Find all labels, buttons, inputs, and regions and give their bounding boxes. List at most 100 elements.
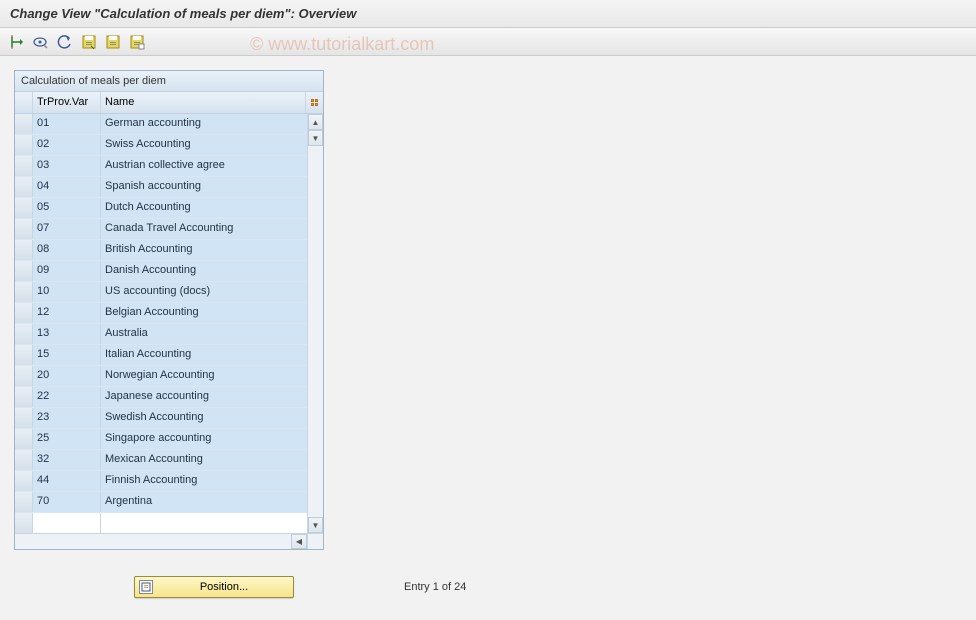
row-selector[interactable] — [15, 198, 33, 218]
select-block-button[interactable] — [30, 32, 52, 52]
row-selector[interactable] — [15, 282, 33, 302]
table-settings-button[interactable] — [305, 92, 323, 113]
table-row[interactable]: 44Finnish Accounting — [15, 471, 307, 492]
table-row[interactable]: 12Belgian Accounting — [15, 303, 307, 324]
row-selector[interactable] — [15, 366, 33, 386]
cell-name[interactable]: Belgian Accounting — [101, 303, 307, 323]
row-selector[interactable] — [15, 450, 33, 470]
save-button[interactable] — [78, 32, 100, 52]
table-row[interactable]: 23Swedish Accounting — [15, 408, 307, 429]
row-selector[interactable] — [15, 324, 33, 344]
cell-trprovvar[interactable]: 02 — [33, 135, 101, 155]
table-row[interactable] — [15, 513, 307, 533]
table-row[interactable]: 13Australia — [15, 324, 307, 345]
cell-name[interactable]: Japanese accounting — [101, 387, 307, 407]
row-selector[interactable] — [15, 240, 33, 260]
new-entries-button[interactable] — [102, 32, 124, 52]
cell-name[interactable]: Norwegian Accounting — [101, 366, 307, 386]
copy-button[interactable] — [126, 32, 148, 52]
table-row[interactable]: 22Japanese accounting — [15, 387, 307, 408]
cell-trprovvar[interactable]: 08 — [33, 240, 101, 260]
table-row[interactable]: 01German accounting — [15, 114, 307, 135]
cell-trprovvar[interactable]: 44 — [33, 471, 101, 491]
column-header-trprovvar[interactable]: TrProv.Var — [33, 92, 101, 113]
cell-trprovvar[interactable]: 12 — [33, 303, 101, 323]
cell-trprovvar[interactable]: 70 — [33, 492, 101, 512]
cell-name[interactable]: Italian Accounting — [101, 345, 307, 365]
table-row[interactable]: 70Argentina — [15, 492, 307, 513]
scroll-up-button[interactable]: ▲ — [308, 114, 323, 130]
table-row[interactable]: 02Swiss Accounting — [15, 135, 307, 156]
cell-trprovvar[interactable]: 01 — [33, 114, 101, 134]
cell-trprovvar[interactable] — [33, 513, 101, 533]
cell-name[interactable]: Austrian collective agree — [101, 156, 307, 176]
cell-trprovvar[interactable]: 05 — [33, 198, 101, 218]
h-scroll-track[interactable] — [15, 534, 291, 549]
undo-button[interactable] — [54, 32, 76, 52]
cell-trprovvar[interactable]: 22 — [33, 387, 101, 407]
row-selector[interactable] — [15, 387, 33, 407]
cell-trprovvar[interactable]: 23 — [33, 408, 101, 428]
cell-name[interactable]: Dutch Accounting — [101, 198, 307, 218]
horizontal-scrollbar[interactable]: ◀ ▶ — [15, 533, 323, 549]
row-selector[interactable] — [15, 261, 33, 281]
table-row[interactable]: 25Singapore accounting — [15, 429, 307, 450]
table-row[interactable]: 20Norwegian Accounting — [15, 366, 307, 387]
row-selector[interactable] — [15, 345, 33, 365]
row-selector[interactable] — [15, 114, 33, 134]
cell-trprovvar[interactable]: 13 — [33, 324, 101, 344]
row-selector[interactable] — [15, 492, 33, 512]
table-row[interactable]: 07Canada Travel Accounting — [15, 219, 307, 240]
cell-name[interactable]: Spanish accounting — [101, 177, 307, 197]
table-row[interactable]: 03Austrian collective agree — [15, 156, 307, 177]
cell-trprovvar[interactable]: 32 — [33, 450, 101, 470]
table-row[interactable]: 09Danish Accounting — [15, 261, 307, 282]
scroll-track[interactable] — [308, 146, 323, 517]
cell-trprovvar[interactable]: 09 — [33, 261, 101, 281]
toggle-display-button[interactable] — [6, 32, 28, 52]
table-row[interactable]: 05Dutch Accounting — [15, 198, 307, 219]
cell-name[interactable]: Swiss Accounting — [101, 135, 307, 155]
row-selector[interactable] — [15, 177, 33, 197]
cell-name[interactable]: Canada Travel Accounting — [101, 219, 307, 239]
cell-trprovvar[interactable]: 15 — [33, 345, 101, 365]
row-selector[interactable] — [15, 471, 33, 491]
position-button[interactable]: Position... — [134, 576, 294, 598]
cell-name[interactable]: German accounting — [101, 114, 307, 134]
row-selector[interactable] — [15, 408, 33, 428]
row-selector[interactable] — [15, 303, 33, 323]
cell-name[interactable]: Danish Accounting — [101, 261, 307, 281]
cell-trprovvar[interactable]: 04 — [33, 177, 101, 197]
cell-trprovvar[interactable]: 03 — [33, 156, 101, 176]
cell-trprovvar[interactable]: 20 — [33, 366, 101, 386]
vertical-scrollbar[interactable]: ▲ ▼ ▼ — [307, 114, 323, 533]
cell-name[interactable]: Swedish Accounting — [101, 408, 307, 428]
row-selector[interactable] — [15, 219, 33, 239]
cell-name[interactable]: Mexican Accounting — [101, 450, 307, 470]
table-row[interactable]: 32Mexican Accounting — [15, 450, 307, 471]
column-header-name[interactable]: Name — [101, 92, 305, 113]
row-selector[interactable] — [15, 429, 33, 449]
scroll-left-button[interactable]: ◀ — [291, 534, 307, 549]
cell-name[interactable]: Argentina — [101, 492, 307, 512]
cell-name[interactable]: British Accounting — [101, 240, 307, 260]
cell-name[interactable]: US accounting (docs) — [101, 282, 307, 302]
cell-trprovvar[interactable]: 10 — [33, 282, 101, 302]
row-selector[interactable] — [15, 135, 33, 155]
scroll-down-step-button[interactable]: ▼ — [308, 130, 323, 146]
table-row[interactable]: 15Italian Accounting — [15, 345, 307, 366]
scroll-down-button[interactable]: ▼ — [308, 517, 323, 533]
cell-name[interactable] — [101, 513, 307, 533]
row-selector[interactable] — [15, 156, 33, 176]
select-all-header[interactable] — [15, 92, 33, 113]
row-selector[interactable] — [15, 513, 33, 533]
cell-trprovvar[interactable]: 07 — [33, 219, 101, 239]
cell-name[interactable]: Singapore accounting — [101, 429, 307, 449]
toolbar — [0, 28, 976, 56]
cell-name[interactable]: Finnish Accounting — [101, 471, 307, 491]
cell-name[interactable]: Australia — [101, 324, 307, 344]
table-row[interactable]: 04Spanish accounting — [15, 177, 307, 198]
table-row[interactable]: 10US accounting (docs) — [15, 282, 307, 303]
cell-trprovvar[interactable]: 25 — [33, 429, 101, 449]
table-row[interactable]: 08British Accounting — [15, 240, 307, 261]
